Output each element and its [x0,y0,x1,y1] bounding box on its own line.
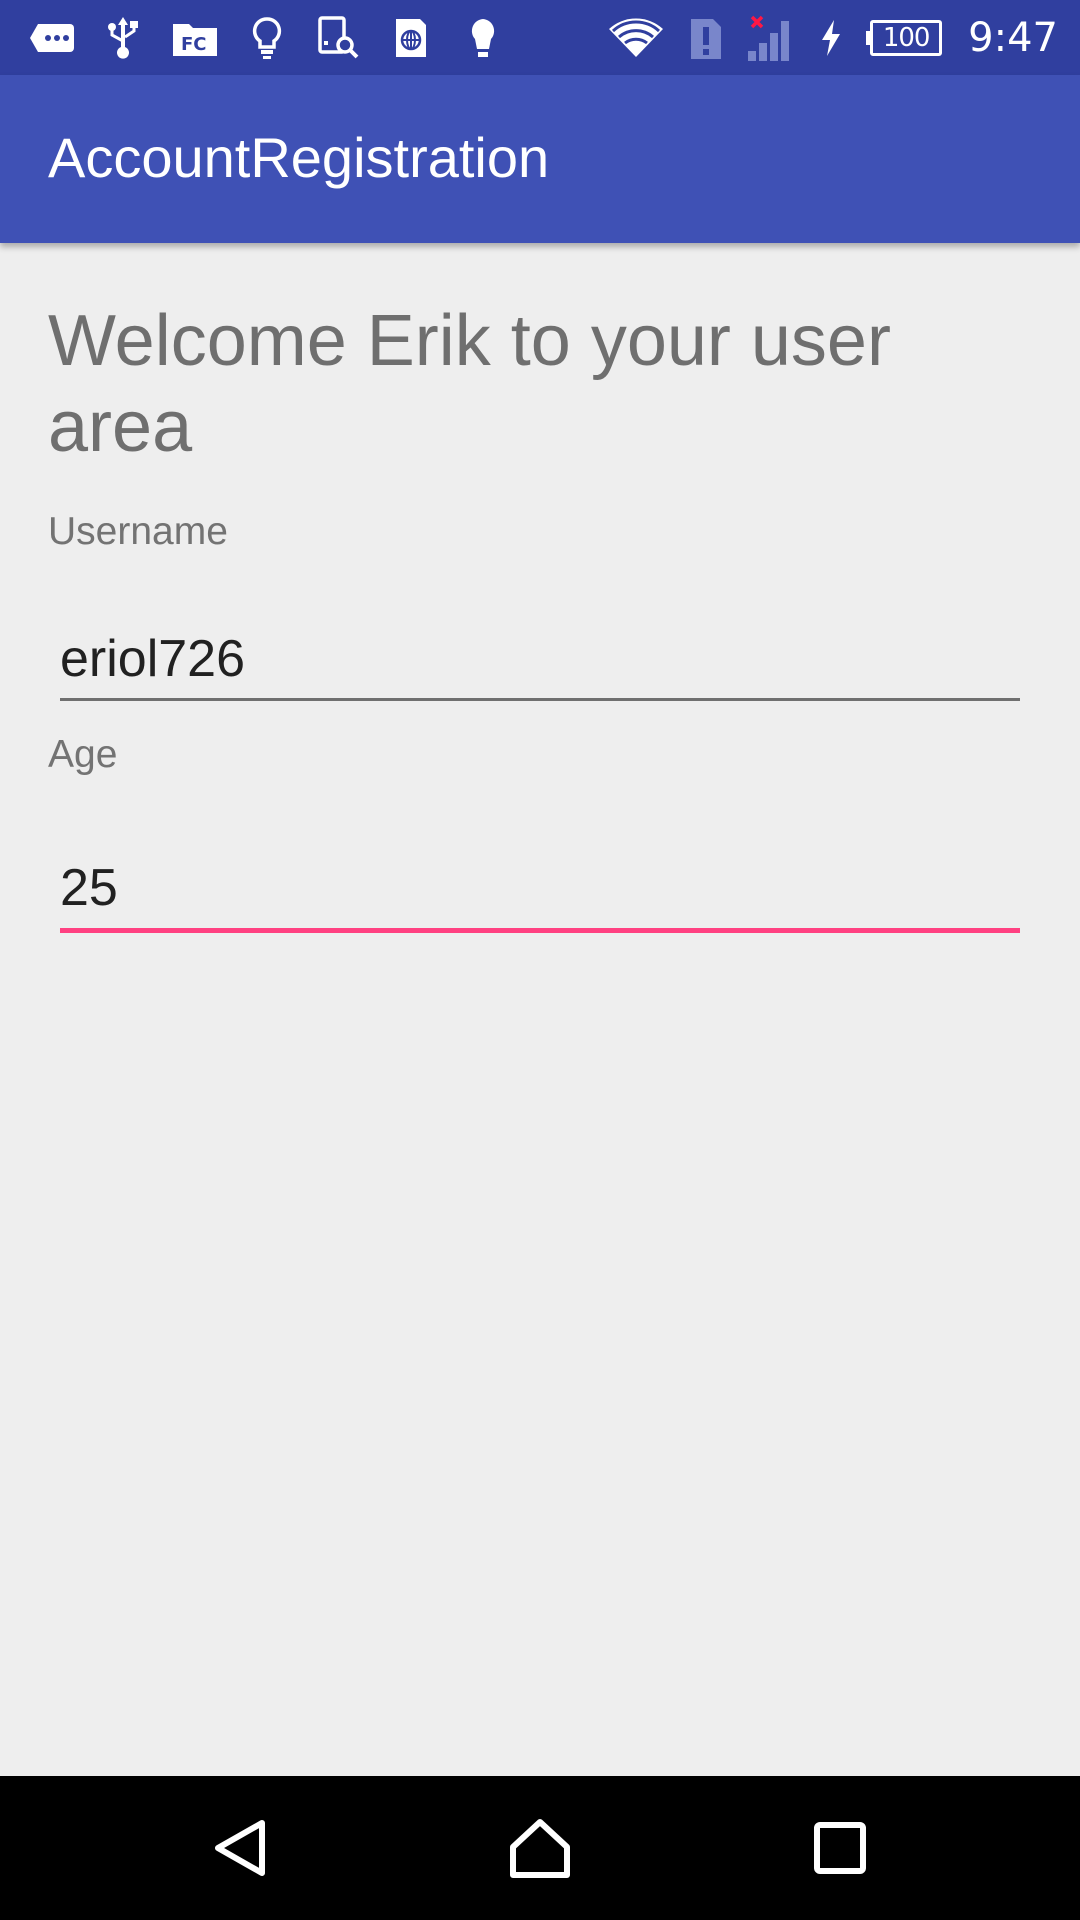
notification-icons: FC [0,13,508,63]
sim-globe-icon [386,13,436,63]
bulb-icon [458,13,508,63]
home-icon [510,1819,570,1878]
battery-indicator: 100 [866,19,943,56]
home-button[interactable] [488,1796,592,1900]
lightbulb-icon [242,13,292,63]
tablet-search-icon [314,13,364,63]
app-bar: AccountRegistration [0,75,1080,243]
back-button[interactable] [188,1796,292,1900]
signal-no-service-icon [746,13,796,63]
usb-icon [98,13,148,63]
username-field[interactable] [60,624,1020,694]
screen: FC 100 9:47 AccountRegistration Welcome … [0,0,1080,1920]
wifi-icon [606,13,666,63]
username-underline [60,698,1020,701]
recents-icon [814,1822,866,1874]
recents-button[interactable] [788,1796,892,1900]
battery-level: 100 [870,19,943,56]
svg-text:FC: FC [181,34,207,55]
welcome-heading: Welcome Erik to your user area [48,301,891,467]
app-title: AccountRegistration [48,126,550,189]
file-commander-icon: FC [170,13,220,63]
username-label: Username [48,510,228,553]
status-bar: FC 100 9:47 [0,0,1080,75]
age-label: Age [48,733,118,776]
chat-bubble-icon [26,13,76,63]
system-icons: 100 9:47 [606,0,1058,75]
clock: 9:47 [968,14,1058,61]
back-icon [215,1820,265,1876]
age-underline-focused [60,928,1020,933]
charging-bolt-icon [816,13,846,63]
age-field[interactable] [60,853,1020,923]
navigation-bar [0,1776,1080,1920]
sim-alert-icon [686,13,726,63]
